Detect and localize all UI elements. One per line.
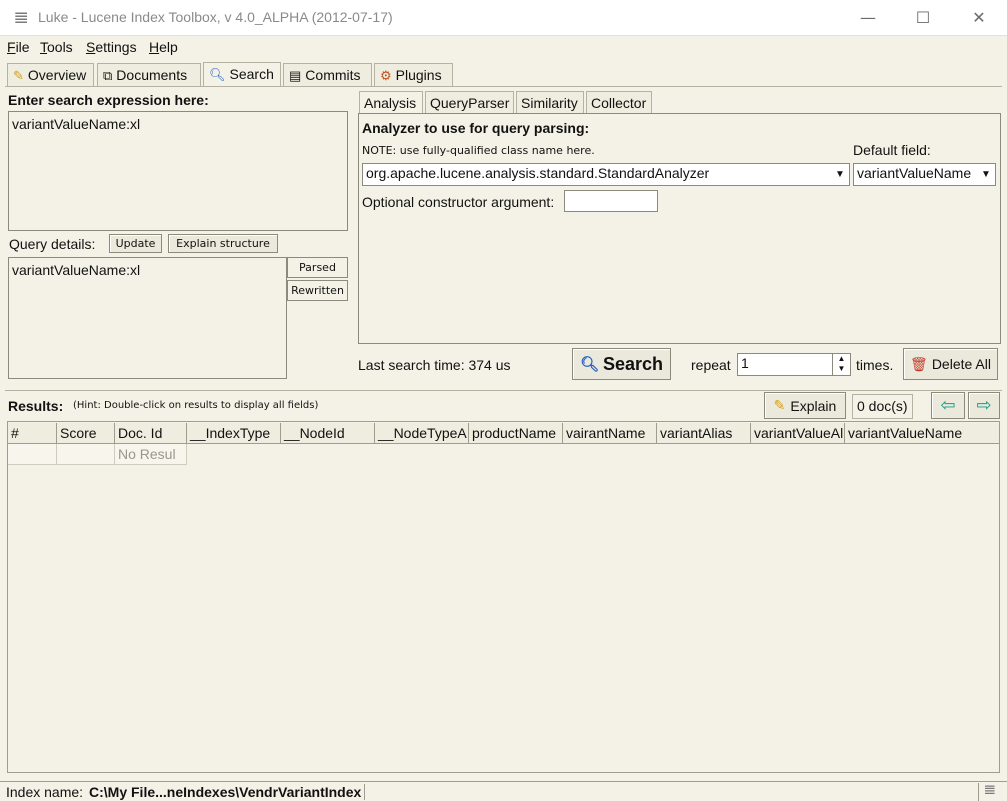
tab-plugins[interactable]: ⚙ Plugins <box>374 63 453 86</box>
default-field-label: Default field: <box>853 142 931 158</box>
column-header-number[interactable]: # <box>8 423 57 444</box>
repeat-spinner[interactable]: 1 ▲ ▼ <box>737 353 851 376</box>
times-label: times. <box>856 357 894 373</box>
menu-tools[interactable]: Tools <box>40 39 73 55</box>
column-header-doc-id[interactable]: Doc. Id <box>115 423 187 444</box>
constructor-argument-input[interactable] <box>564 190 658 212</box>
minimize-button[interactable]: — <box>840 0 896 34</box>
resize-grip-icon[interactable]: 𝌆 <box>984 783 996 798</box>
search-expression-label: Enter search expression here: <box>8 92 209 108</box>
tab-collector[interactable]: Collector <box>586 91 652 113</box>
plugins-icon: ⚙ <box>380 68 392 83</box>
doc-count: 0 doc(s) <box>852 394 913 419</box>
search-icon: 🔍︎ <box>579 356 599 373</box>
tab-documents[interactable]: ⧉ Documents <box>97 63 201 86</box>
explain-icon: ✎ <box>773 397 786 413</box>
documents-icon: ⧉ <box>103 68 113 83</box>
overview-icon: ✎ <box>13 68 24 83</box>
menu-help[interactable]: Help <box>149 39 178 55</box>
column-header-variantalias[interactable]: variantAlias <box>657 423 751 444</box>
luke-window: 𝌆 Luke - Lucene Index Toolbox, v 4.0_ALP… <box>0 0 1007 801</box>
menu-bar: File Tools Settings Help <box>0 36 1007 58</box>
analyzer-heading: Analyzer to use for query parsing: <box>362 120 590 136</box>
search-button[interactable]: 🔍︎ Search <box>572 348 671 380</box>
tab-search[interactable]: 🔍︎ Search <box>203 62 281 87</box>
query-details-label: Query details: <box>9 236 96 252</box>
results-table[interactable] <box>7 421 1000 773</box>
table-cell[interactable] <box>57 444 115 465</box>
tab-similarity[interactable]: Similarity <box>516 91 584 113</box>
delete-icon: 🗑︎ <box>910 355 928 372</box>
search-expression-input[interactable]: variantValueName:xl <box>8 111 348 231</box>
delete-all-button[interactable]: 🗑︎ Delete All <box>903 348 998 380</box>
column-header-nodeid[interactable]: __NodeId <box>281 423 375 444</box>
column-header-indextype[interactable]: __IndexType <box>187 423 281 444</box>
tab-parsed[interactable]: Parsed <box>287 257 348 278</box>
query-details-text[interactable]: variantValueName:xl <box>8 257 287 379</box>
menu-file[interactable]: File <box>7 39 30 55</box>
repeat-label: repeat <box>691 357 731 373</box>
maximize-button[interactable]: ☐ <box>895 0 951 34</box>
chevron-down-icon: ▼ <box>835 169 845 180</box>
analyzer-select[interactable]: org.apache.lucene.analysis.standard.Stan… <box>362 163 850 186</box>
analyzer-note: NOTE: use fully-qualified class name her… <box>362 144 595 157</box>
chevron-down-icon: ▼ <box>981 169 991 180</box>
status-bar: Index name: C:\My File...neIndexes\Vendr… <box>0 781 1007 801</box>
index-name-label: Index name: <box>6 784 84 800</box>
results-divider <box>5 390 1002 391</box>
table-cell[interactable] <box>8 444 57 465</box>
next-arrow-icon[interactable]: ⇨ <box>968 392 1000 419</box>
no-results-cell[interactable]: No Resul <box>115 444 187 465</box>
constructor-argument-label: Optional constructor argument: <box>362 194 555 210</box>
column-header-productname[interactable]: productName <box>469 423 563 444</box>
status-divider <box>978 783 979 801</box>
column-header-vairantname[interactable]: vairantName <box>563 423 657 444</box>
update-button[interactable]: Update <box>109 234 162 253</box>
last-search-time: Last search time: 374 us <box>358 357 511 373</box>
window-title: Luke - Lucene Index Toolbox, v 4.0_ALPHA… <box>38 9 393 25</box>
tab-queryparser[interactable]: QueryParser <box>425 91 514 113</box>
tab-commits[interactable]: ▤ Commits <box>283 63 372 86</box>
luke-app-icon: 𝌆 <box>14 8 29 27</box>
tab-rewritten[interactable]: Rewritten <box>287 280 348 301</box>
index-name-value: C:\My File...neIndexes\VendrVariantIndex <box>89 784 362 800</box>
column-header-variantvaluename[interactable]: variantValueName <box>845 423 1000 444</box>
menu-settings[interactable]: Settings <box>86 39 137 55</box>
status-divider <box>364 784 365 800</box>
tab-overview[interactable]: ✎ Overview <box>7 63 94 86</box>
previous-arrow-icon[interactable]: ⇦ <box>931 392 965 419</box>
spinner-arrows-icon[interactable]: ▲ ▼ <box>832 354 850 375</box>
explain-structure-button[interactable]: Explain structure <box>168 234 278 253</box>
column-header-nodetypea[interactable]: __NodeTypeA <box>375 423 469 444</box>
tab-analysis[interactable]: Analysis <box>359 91 423 113</box>
default-field-select[interactable]: variantValueName ▼ <box>853 163 996 186</box>
column-header-variantvalueal[interactable]: variantValueAl <box>751 423 845 444</box>
results-hint: (Hint: Double-click on results to displa… <box>73 400 319 411</box>
explain-button[interactable]: ✎ Explain <box>764 392 846 419</box>
title-bar: 𝌆 Luke - Lucene Index Toolbox, v 4.0_ALP… <box>0 0 1007 36</box>
search-icon: 🔍︎ <box>209 67 226 82</box>
column-header-score[interactable]: Score <box>57 423 115 444</box>
results-label: Results: <box>8 398 64 414</box>
commits-icon: ▤ <box>289 68 302 83</box>
tab-panel-border <box>5 86 1002 87</box>
close-button[interactable]: ✕ <box>951 0 1007 34</box>
